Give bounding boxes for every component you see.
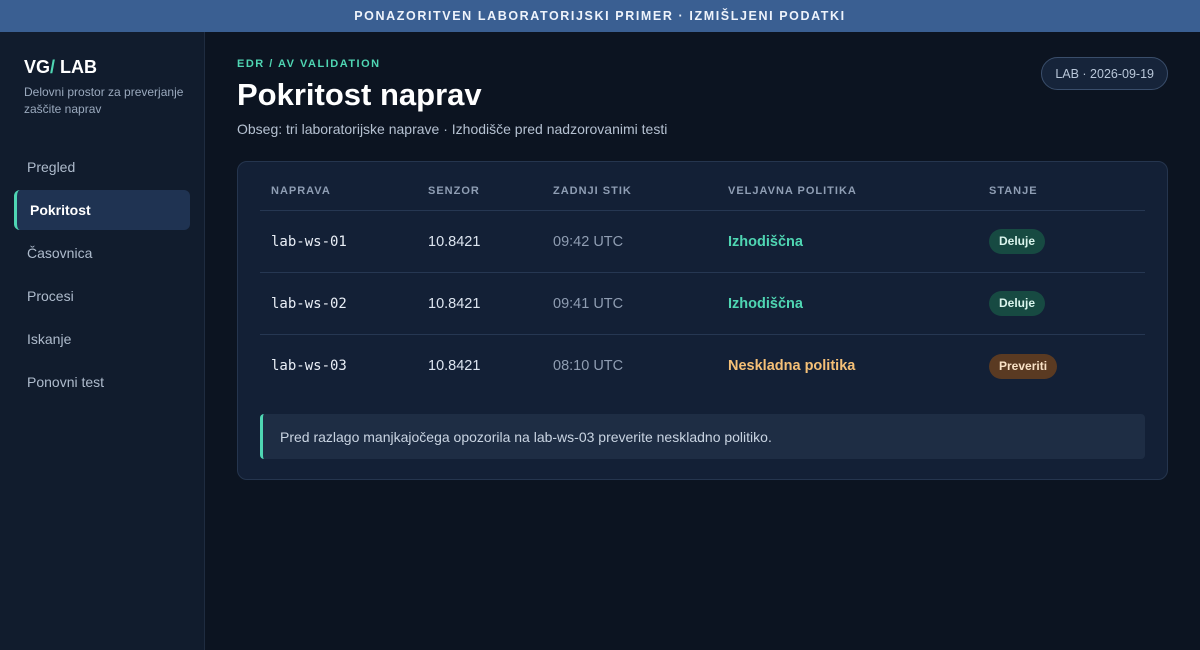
sidebar-item-ponovni-test[interactable]: Ponovni test	[14, 362, 190, 402]
column-header-sensor[interactable]: SENZOR	[428, 185, 553, 197]
section-eyebrow: EDR / AV VALIDATION	[237, 58, 381, 70]
device-name[interactable]: lab-ws-03	[260, 358, 428, 374]
policy-name: Izhodiščna	[728, 295, 803, 312]
date-badge-label: LAB · 2026-09-19	[1055, 66, 1154, 81]
sensor-version: 10.8421	[428, 295, 481, 312]
status-badge: Preveriti	[989, 353, 1058, 379]
policy-name: Izhodiščna	[728, 233, 803, 250]
sidebar-item-label: Ponovni test	[27, 374, 105, 390]
sidebar-item-label: Iskanje	[27, 331, 72, 347]
main-content: EDR / AV VALIDATION Pokritost naprav Obs…	[205, 32, 1200, 650]
brand-logo[interactable]: VG/ LAB	[24, 57, 97, 78]
column-header-status[interactable]: STANJE	[989, 185, 1145, 197]
policy-note-text: Pred razlago manjkajočega opozorila na l…	[280, 428, 772, 445]
table-row[interactable]: lab-ws-03 10.8421 08:10 UTC Neskladna po…	[260, 335, 1145, 397]
sidebar-item-label: Časovnica	[27, 245, 93, 261]
page-subtitle: Obseg: tri laboratorijske naprave · Izho…	[237, 121, 668, 137]
table-row[interactable]: lab-ws-01 10.8421 09:42 UTC Izhodiščna D…	[260, 211, 1145, 273]
sidebar-item-label: Pokritost	[30, 202, 91, 218]
last-contact: 08:10 UTC	[553, 358, 624, 374]
column-header-policy[interactable]: VELJAVNA POLITIKA	[728, 185, 989, 197]
device-name[interactable]: lab-ws-01	[260, 234, 428, 250]
coverage-card: NAPRAVA SENZOR ZADNJI STIK VELJAVNA POLI…	[237, 161, 1168, 480]
status-badge: Deluje	[989, 291, 1046, 316]
brand-subtitle: Delovni prostor za preverjanje zaščite n…	[24, 85, 184, 116]
brand-suffix: LAB	[55, 57, 98, 77]
brand-prefix: VG	[24, 57, 51, 77]
policy-name: Neskladna politika	[728, 358, 856, 374]
sidebar-item-casovnica[interactable]: Časovnica	[14, 233, 190, 273]
sensor-version: 10.8421	[428, 358, 481, 374]
page-title: Pokritost naprav	[237, 77, 482, 112]
sidebar-item-pregled[interactable]: Pregled	[14, 147, 190, 187]
policy-note: Pred razlago manjkajočega opozorila na l…	[260, 414, 1145, 459]
column-header-device[interactable]: NAPRAVA	[260, 185, 428, 197]
table-row[interactable]: lab-ws-02 10.8421 09:41 UTC Izhodiščna D…	[260, 273, 1145, 335]
coverage-table: NAPRAVA SENZOR ZADNJI STIK VELJAVNA POLI…	[260, 172, 1145, 397]
last-contact: 09:41 UTC	[553, 295, 624, 312]
sidebar-item-iskanje[interactable]: Iskanje	[14, 319, 190, 359]
demo-banner: PONAZORITVEN LABORATORIJSKI PRIMER · IZM…	[0, 0, 1200, 32]
sidebar-nav: Pregled Pokritost Časovnica Procesi Iska…	[14, 147, 190, 405]
sidebar-item-label: Procesi	[27, 288, 74, 304]
sidebar-item-procesi[interactable]: Procesi	[14, 276, 190, 316]
sidebar-item-label: Pregled	[27, 159, 76, 175]
device-name[interactable]: lab-ws-02	[260, 296, 428, 312]
status-badge: Deluje	[989, 229, 1046, 254]
sidebar-item-pokritost[interactable]: Pokritost	[14, 190, 190, 230]
table-header-row: NAPRAVA SENZOR ZADNJI STIK VELJAVNA POLI…	[260, 172, 1145, 211]
last-contact: 09:42 UTC	[553, 233, 624, 250]
date-badge: LAB · 2026-09-19	[1041, 57, 1168, 90]
column-header-last-contact[interactable]: ZADNJI STIK	[553, 185, 728, 197]
sidebar: VG/ LAB Delovni prostor za preverjanje z…	[0, 32, 205, 650]
banner-text: PONAZORITVEN LABORATORIJSKI PRIMER · IZM…	[354, 9, 846, 23]
sensor-version: 10.8421	[428, 233, 481, 250]
